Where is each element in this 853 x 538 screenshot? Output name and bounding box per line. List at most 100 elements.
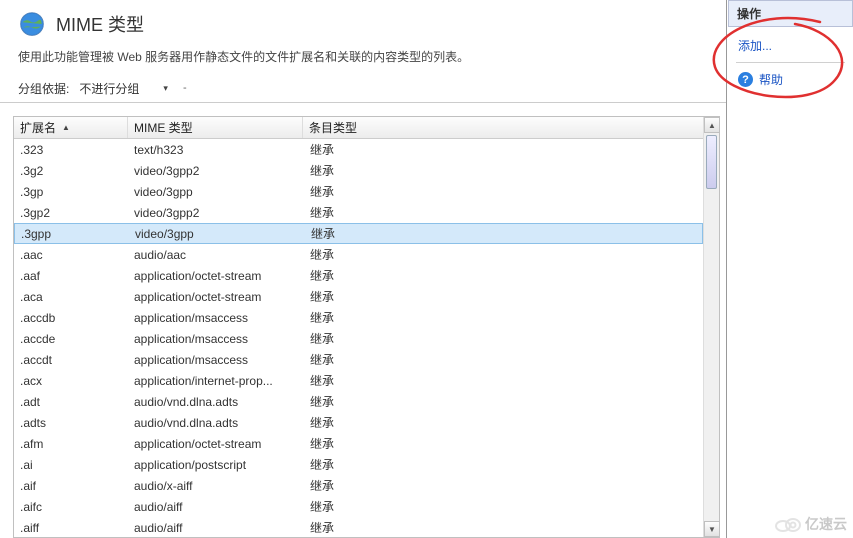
cell-extension: .aca — [14, 290, 128, 304]
help-action[interactable]: ? 帮助 — [734, 67, 847, 92]
cell-mime-type: video/3gpp2 — [128, 164, 304, 178]
cell-entry-type: 继承 — [304, 288, 703, 305]
cell-entry-type: 继承 — [304, 456, 703, 473]
table-row[interactable]: .aafapplication/octet-stream继承 — [14, 265, 703, 286]
cell-entry-type: 继承 — [304, 351, 703, 368]
table-row[interactable]: .3g2video/3gpp2继承 — [14, 160, 703, 181]
cell-entry-type: 继承 — [304, 141, 703, 158]
cell-mime-type: video/3gpp — [128, 185, 304, 199]
table-row[interactable]: .acaapplication/octet-stream继承 — [14, 286, 703, 307]
cell-entry-type: 继承 — [304, 162, 703, 179]
cell-entry-type: 继承 — [304, 498, 703, 515]
globe-icon — [18, 10, 46, 38]
cell-extension: .3gpp — [15, 227, 129, 241]
cell-extension: .aifc — [14, 500, 128, 514]
cell-mime-type: application/octet-stream — [128, 437, 304, 451]
grouping-bar: 分组依据: 不进行分组 ▾ - — [0, 75, 726, 103]
cell-mime-type: audio/vnd.dlna.adts — [128, 395, 304, 409]
table-row[interactable]: .3gpvideo/3gpp继承 — [14, 181, 703, 202]
cell-entry-type: 继承 — [305, 225, 702, 242]
cell-extension: .3g2 — [14, 164, 128, 178]
cell-extension: .afm — [14, 437, 128, 451]
table-row[interactable]: .afmapplication/octet-stream继承 — [14, 433, 703, 454]
cell-extension: .adts — [14, 416, 128, 430]
action-divider — [736, 62, 845, 63]
cell-mime-type: application/octet-stream — [128, 269, 304, 283]
help-icon: ? — [738, 72, 753, 87]
cell-mime-type: audio/aac — [128, 248, 304, 262]
cell-extension: .323 — [14, 143, 128, 157]
table-row[interactable]: .aacaudio/aac继承 — [14, 244, 703, 265]
scroll-thumb[interactable] — [706, 135, 717, 189]
grouping-extra-button[interactable]: - — [178, 82, 192, 96]
cell-mime-type: audio/aiff — [128, 521, 304, 535]
cell-mime-type: audio/x-aiff — [128, 479, 304, 493]
table-row[interactable]: .adtsaudio/vnd.dlna.adts继承 — [14, 412, 703, 433]
cell-extension: .aif — [14, 479, 128, 493]
cell-extension: .adt — [14, 395, 128, 409]
table-row[interactable]: .accdtapplication/msaccess继承 — [14, 349, 703, 370]
cell-entry-type: 继承 — [304, 267, 703, 284]
cell-extension: .accdb — [14, 311, 128, 325]
scroll-up-button[interactable]: ▲ — [704, 117, 720, 133]
col-entry-type[interactable]: 条目类型 — [303, 117, 703, 138]
cell-entry-type: 继承 — [304, 477, 703, 494]
actions-panel: 操作 添加... ? 帮助 — [728, 0, 853, 538]
cell-mime-type: application/postscript — [128, 458, 304, 472]
cell-mime-type: text/h323 — [128, 143, 304, 157]
grouping-select[interactable]: 不进行分组 ▾ — [75, 79, 172, 98]
cell-mime-type: application/internet-prop... — [128, 374, 304, 388]
cell-extension: .aaf — [14, 269, 128, 283]
page-subtitle: 使用此功能管理被 Web 服务器用作静态文件的文件扩展名和关联的内容类型的列表。 — [0, 42, 726, 75]
cell-entry-type: 继承 — [304, 204, 703, 221]
cell-extension: .aac — [14, 248, 128, 262]
cell-extension: .3gp — [14, 185, 128, 199]
chevron-down-icon: ▾ — [163, 83, 168, 94]
cell-extension: .accdt — [14, 353, 128, 367]
scroll-down-button[interactable]: ▼ — [704, 521, 720, 537]
col-extension[interactable]: 扩展名 ▲ — [14, 117, 128, 138]
cell-extension: .acx — [14, 374, 128, 388]
add-action[interactable]: 添加... — [734, 33, 847, 58]
cell-mime-type: application/msaccess — [128, 353, 304, 367]
cell-mime-type: application/msaccess — [128, 332, 304, 346]
table-row[interactable]: .aifcaudio/aiff继承 — [14, 496, 703, 517]
page-title: MIME 类型 — [56, 11, 144, 37]
cell-mime-type: audio/vnd.dlna.adts — [128, 416, 304, 430]
cell-entry-type: 继承 — [304, 309, 703, 326]
table-row[interactable]: .acxapplication/internet-prop...继承 — [14, 370, 703, 391]
main-content: MIME 类型 使用此功能管理被 Web 服务器用作静态文件的文件扩展名和关联的… — [0, 0, 727, 538]
table-body: .323text/h323继承.3g2video/3gpp2继承.3gpvide… — [14, 139, 703, 537]
col-mime-type[interactable]: MIME 类型 — [128, 117, 303, 138]
table-row[interactable]: .3gp2video/3gpp2继承 — [14, 202, 703, 223]
table-row[interactable]: .aiapplication/postscript继承 — [14, 454, 703, 475]
grouping-value: 不进行分组 — [79, 80, 139, 97]
table-row[interactable]: .aiffaudio/aiff继承 — [14, 517, 703, 537]
cell-mime-type: video/3gpp2 — [128, 206, 304, 220]
table-header: 扩展名 ▲ MIME 类型 条目类型 — [14, 117, 703, 139]
cell-extension: .3gp2 — [14, 206, 128, 220]
table-row[interactable]: .aifaudio/x-aiff继承 — [14, 475, 703, 496]
actions-header: 操作 — [728, 0, 853, 27]
cell-entry-type: 继承 — [304, 330, 703, 347]
cell-extension: .accde — [14, 332, 128, 346]
table-row[interactable]: .323text/h323继承 — [14, 139, 703, 160]
watermark: 亿速云 — [775, 514, 847, 534]
cell-entry-type: 继承 — [304, 414, 703, 431]
table-row[interactable]: .3gppvideo/3gpp继承 — [14, 223, 703, 244]
page-header: MIME 类型 — [0, 0, 726, 42]
cell-mime-type: video/3gpp — [129, 227, 305, 241]
table-scroll-area: 扩展名 ▲ MIME 类型 条目类型 .323text/h323继承.3g2vi… — [14, 117, 703, 537]
cell-mime-type: application/msaccess — [128, 311, 304, 325]
cell-entry-type: 继承 — [304, 183, 703, 200]
vertical-scrollbar[interactable]: ▲ ▼ — [703, 117, 719, 537]
cell-extension: .ai — [14, 458, 128, 472]
table-row[interactable]: .adtaudio/vnd.dlna.adts继承 — [14, 391, 703, 412]
cell-entry-type: 继承 — [304, 372, 703, 389]
sort-asc-icon: ▲ — [62, 123, 70, 132]
table-row[interactable]: .accdeapplication/msaccess继承 — [14, 328, 703, 349]
table-row[interactable]: .accdbapplication/msaccess继承 — [14, 307, 703, 328]
grouping-label: 分组依据: — [18, 80, 69, 97]
cell-mime-type: application/octet-stream — [128, 290, 304, 304]
cell-entry-type: 继承 — [304, 435, 703, 452]
